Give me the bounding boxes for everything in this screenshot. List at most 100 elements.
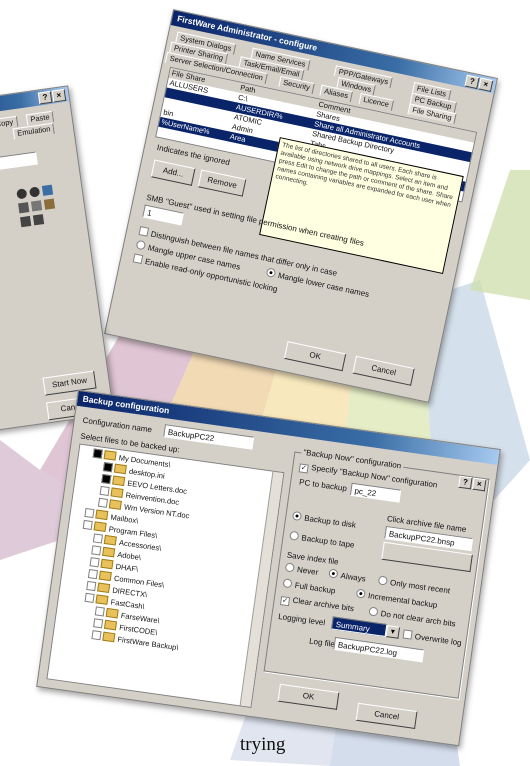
- checkbox-icon[interactable]: [92, 533, 104, 544]
- folder-icon: [97, 582, 111, 594]
- computer-icon[interactable]: [20, 215, 32, 228]
- tree-item-label: DHAF\: [115, 561, 139, 574]
- logfile-field[interactable]: BackupPC22.log: [333, 636, 425, 663]
- caption-text: trying: [240, 734, 286, 755]
- never-label: Never: [296, 565, 319, 577]
- checkbox-icon[interactable]: [92, 448, 103, 459]
- backup-cancel-button[interactable]: Cancel: [355, 702, 418, 729]
- left-input[interactable]: [0, 151, 38, 173]
- icon-grid: [16, 183, 71, 228]
- checkbox-icon[interactable]: [86, 580, 97, 592]
- overwrite-checkbox[interactable]: Overwrite log: [402, 629, 463, 648]
- close-icon[interactable]: ×: [51, 88, 67, 103]
- tab-emulation[interactable]: Emulation: [12, 122, 56, 140]
- pc-label: PC to backup: [298, 477, 348, 494]
- ok-button[interactable]: OK: [283, 341, 347, 372]
- checkbox-icon[interactable]: [89, 557, 100, 568]
- file-sharing-dialog: FirstWare Administrator - configure ? × …: [104, 9, 498, 403]
- close-icon[interactable]: ×: [478, 77, 494, 92]
- always-label: Always: [340, 571, 367, 584]
- checkbox-icon[interactable]: [87, 569, 99, 580]
- help-icon[interactable]: ?: [37, 90, 53, 105]
- checkbox-icon[interactable]: [91, 630, 102, 641]
- folder-icon: [103, 619, 118, 631]
- printer-icon[interactable]: [43, 198, 56, 210]
- never-radio[interactable]: Never: [284, 562, 319, 577]
- add-button[interactable]: Add...: [150, 159, 196, 186]
- backup-ok-button[interactable]: OK: [277, 683, 340, 710]
- checkbox-icon[interactable]: [84, 592, 95, 603]
- folder-icon: [112, 475, 126, 487]
- folder-icon: [102, 631, 116, 643]
- radio-icon: [282, 578, 293, 589]
- folder-icon: [98, 570, 112, 582]
- config-name-label: Configuration name: [82, 415, 153, 435]
- folder-icon: [103, 450, 117, 461]
- clear-archive-label: Clear archive bits: [292, 595, 355, 614]
- sub-title-buttons: ? ×: [458, 475, 487, 492]
- disk-icon[interactable]: [16, 188, 28, 200]
- folder-icon: [95, 509, 109, 521]
- tree-item-label: Adobe\: [116, 549, 142, 563]
- folder-icon: [113, 463, 127, 475]
- backup-disk-label: Backup to disk: [303, 513, 357, 530]
- full-backup-radio[interactable]: Full backup: [282, 578, 336, 595]
- folder-icon[interactable]: [30, 200, 43, 212]
- cancel-button[interactable]: Cancel: [352, 355, 415, 386]
- folder-icon: [100, 558, 114, 570]
- drive-icon[interactable]: [41, 184, 54, 196]
- chevron-down-icon[interactable]: ▾: [385, 625, 401, 639]
- logfile-label: Log file: [308, 636, 336, 649]
- checkbox-icon[interactable]: [101, 473, 112, 485]
- checkbox-icon: [279, 596, 291, 607]
- logging-label: Logging level: [277, 611, 326, 628]
- backup-dialog: Backup configuration Configuration name …: [36, 389, 501, 747]
- checkbox-icon[interactable]: [102, 462, 114, 473]
- folder-icon: [102, 546, 116, 558]
- radio-icon: [135, 239, 147, 251]
- clear-archive-checkbox[interactable]: Clear archive bits: [279, 594, 355, 615]
- close-icon[interactable]: ×: [471, 477, 487, 492]
- file-tree[interactable]: My Documents\ desktop.ini EEVO Letters.doc…: [46, 443, 285, 708]
- computer-icon[interactable]: [32, 214, 45, 226]
- checkbox-icon[interactable]: [84, 507, 95, 519]
- checkbox-icon[interactable]: [94, 606, 105, 617]
- checkbox-icon[interactable]: [99, 485, 110, 497]
- folder-icon[interactable]: [18, 202, 30, 214]
- folder-icon: [108, 499, 122, 510]
- backup-tape-radio[interactable]: Backup to tape: [289, 530, 356, 550]
- folder-icon: [110, 487, 124, 498]
- backup-disk-radio[interactable]: Backup to disk: [291, 510, 357, 530]
- checkbox-icon: [402, 629, 413, 640]
- checkbox-icon: [298, 463, 309, 474]
- help-icon[interactable]: ?: [458, 475, 473, 490]
- folder-icon: [93, 521, 107, 532]
- radio-icon: [368, 606, 379, 617]
- remove-button[interactable]: Remove: [197, 169, 247, 197]
- backup-tape-label: Backup to tape: [300, 533, 356, 550]
- overwrite-label: Overwrite log: [414, 632, 463, 648]
- radio-icon: [377, 575, 388, 586]
- disk-icon[interactable]: [28, 186, 41, 198]
- radio-icon: [265, 267, 277, 279]
- radio-icon: [284, 562, 295, 573]
- checkbox-icon[interactable]: [97, 497, 109, 508]
- full-backup-label: Full backup: [294, 580, 336, 596]
- folder-icon: [105, 607, 119, 619]
- checkbox-icon: [138, 226, 150, 237]
- always-radio[interactable]: Always: [328, 568, 367, 584]
- help-icon[interactable]: ?: [464, 74, 480, 90]
- logging-value: Summary: [335, 619, 371, 634]
- folder-icon: [95, 594, 109, 605]
- only-recent-label: Only most recent: [389, 578, 451, 596]
- logging-select[interactable]: Summary: [331, 616, 388, 637]
- checkbox-icon[interactable]: [82, 519, 93, 531]
- radio-icon: [328, 568, 339, 579]
- backup-now-group: "Backup Now" configuration ? × Specify "…: [263, 447, 490, 699]
- checkbox-icon[interactable]: [91, 545, 102, 556]
- radio-icon: [289, 530, 300, 541]
- radio-icon: [291, 510, 303, 522]
- folder-icon: [103, 534, 117, 546]
- checkbox-icon: [132, 253, 144, 265]
- checkbox-icon[interactable]: [93, 618, 104, 629]
